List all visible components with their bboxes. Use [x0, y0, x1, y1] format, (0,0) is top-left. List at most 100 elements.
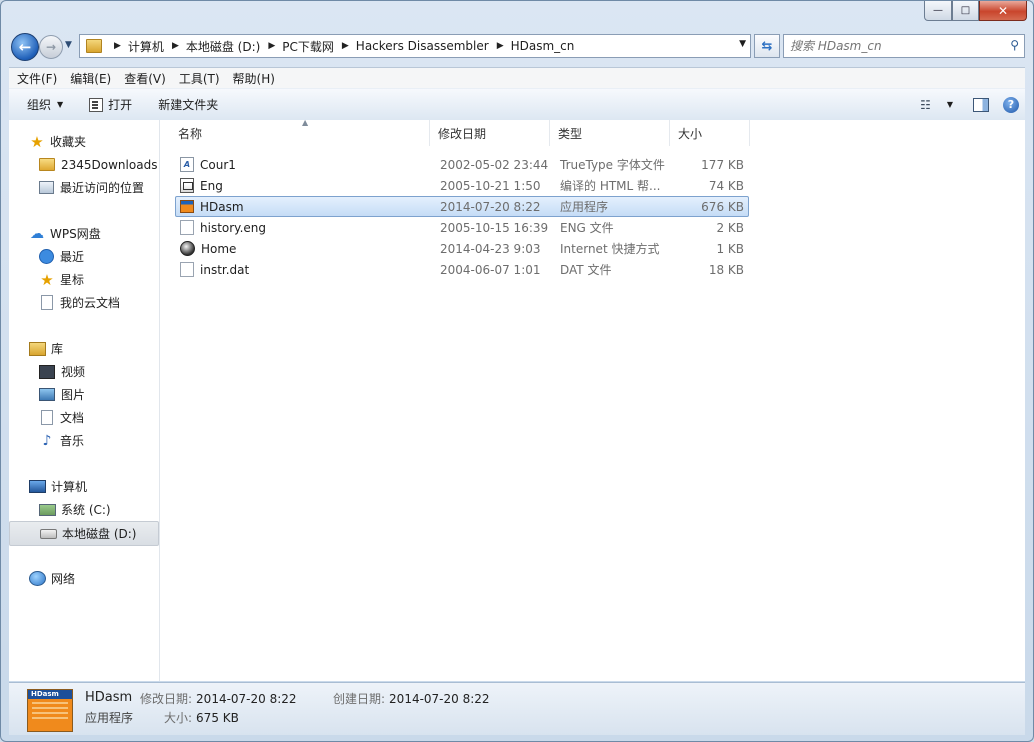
address-bar[interactable]: ▶ 计算机 ▶ 本地磁盘 (D:) ▶ PC下载网 ▶ Hackers Disasse…	[79, 34, 751, 58]
file-row-hdasm[interactable]: HDasm 2014-07-20 8:22 应用程序 676 KB	[175, 196, 749, 217]
music-icon: ♪	[42, 432, 52, 449]
file-row-home[interactable]: Home 2014-04-23 9:03 Internet 快捷方式 1 KB	[175, 238, 749, 259]
file-list-pane: ▲ 名称 修改日期 类型 大小 A Cour1 2002-05-02 23:44 T…	[160, 118, 1025, 681]
breadcrumb-computer[interactable]: 计算机 ▶	[128, 38, 186, 55]
back-button[interactable]: ←	[11, 33, 39, 61]
file-size-cell: 2 KB	[716, 220, 744, 235]
search-input[interactable]	[784, 38, 1002, 54]
nav-drive-c[interactable]: 系统 (C:)	[9, 498, 159, 521]
breadcrumb-arrow-icon: ▶	[171, 41, 179, 51]
menu-tools[interactable]: 工具(T)	[174, 70, 225, 87]
help-icon[interactable]: ?	[1003, 96, 1019, 113]
menu-help[interactable]: 帮助(H)	[228, 70, 280, 87]
view-options-icon[interactable]: ☷	[920, 98, 931, 112]
minimize-button[interactable]: —	[924, 1, 952, 21]
menu-view[interactable]: 查看(V)	[119, 70, 171, 87]
view-options-dropdown[interactable]: ▼	[931, 89, 953, 120]
nav-wps-cloud[interactable]: ☁ WPS网盘	[9, 222, 159, 245]
breadcrumb-drive-d[interactable]: 本地磁盘 (D:) ▶	[186, 38, 282, 55]
search-box: ⚲	[783, 34, 1025, 58]
refresh-icon: ⇆	[761, 38, 773, 54]
details-pane: HDasm HDasm 应用程序 修改日期: 2014-07-20 8:22 创建…	[9, 682, 1025, 735]
file-size-cell: 18 KB	[708, 262, 744, 277]
column-header-type[interactable]: 类型	[550, 120, 670, 146]
address-history-dropdown[interactable]: ▼	[739, 39, 746, 49]
nav-wps-recent[interactable]: 最近	[9, 245, 159, 268]
explorer-window: — □ ✕ ← → ▼ ▶ 计算机 ▶ 本地磁盘 (D:) ▶ PC下载网 ▶ Hac…	[0, 0, 1034, 742]
exe-file-icon	[180, 200, 194, 213]
breadcrumb-pc-download[interactable]: PC下载网 ▶	[282, 38, 356, 55]
breadcrumb-hackers-disassembler[interactable]: Hackers Disassembler ▶	[356, 39, 511, 53]
forward-button[interactable]: →	[39, 35, 63, 59]
nav-wps-starred[interactable]: ★ 星标	[9, 268, 159, 291]
menu-bar: 文件(F) 编辑(E) 查看(V) 工具(T) 帮助(H)	[9, 67, 1025, 89]
nav-videos[interactable]: 视频	[9, 360, 159, 383]
nav-2345downloads[interactable]: 2345Downloads	[9, 153, 159, 176]
computer-icon	[29, 480, 46, 493]
folder-icon	[39, 158, 55, 171]
nav-group-library: 库 视频 图片 文档 ♪ 音乐	[9, 337, 159, 452]
nav-group-favorites: ★ 收藏夹 2345Downloads 最近访问的位置	[9, 130, 159, 199]
video-icon	[39, 364, 55, 379]
breadcrumb-hdasm-cn[interactable]: HDasm_cn	[511, 39, 575, 53]
organize-button[interactable]: 组织 ▼	[19, 89, 71, 120]
nav-computer[interactable]: 计算机	[9, 475, 159, 498]
file-type-cell: ENG 文件	[560, 221, 614, 235]
navigation-pane: ★ 收藏夹 2345Downloads 最近访问的位置 ☁ WPS网盘 最近 ★ 星标…	[9, 120, 160, 681]
nav-network[interactable]: 网络	[9, 567, 159, 590]
sort-ascending-icon: ▲	[302, 118, 309, 127]
file-size-cell: 676 KB	[701, 199, 744, 214]
column-headers: ▲ 名称 修改日期 类型 大小	[170, 118, 750, 146]
details-file-type: 应用程序	[85, 711, 134, 725]
nav-pictures[interactable]: 图片	[9, 383, 159, 406]
nav-group-network: 网络	[9, 567, 159, 590]
file-row-instr-dat[interactable]: instr.dat 2004-06-07 1:01 DAT 文件 18 KB	[175, 259, 749, 280]
breadcrumb-arrow-icon: ▶	[114, 41, 121, 51]
recent-pages-dropdown[interactable]: ▼	[65, 40, 72, 50]
file-name-cell: Home	[176, 241, 436, 256]
file-date-cell: 2002-05-02 23:44	[440, 157, 549, 172]
menu-file[interactable]: 文件(F)	[12, 70, 62, 87]
search-icon[interactable]: ⚲	[1010, 38, 1019, 52]
column-header-name[interactable]: ▲ 名称	[170, 118, 430, 146]
nav-library[interactable]: 库	[9, 337, 159, 360]
open-button[interactable]: 打开	[81, 89, 140, 120]
application-thumbnail-icon: HDasm	[27, 689, 73, 732]
file-row-eng[interactable]: Eng 2005-10-21 1:50 编译的 HTML 帮... 74 KB	[175, 175, 749, 196]
nav-recent-places[interactable]: 最近访问的位置	[9, 176, 159, 199]
nav-music[interactable]: ♪ 音乐	[9, 429, 159, 452]
file-date-cell: 2005-10-15 16:39	[440, 220, 549, 235]
file-size-cell: 1 KB	[716, 241, 744, 256]
nav-drive-d[interactable]: 本地磁盘 (D:)	[9, 521, 159, 546]
nav-group-computer: 计算机 系统 (C:) 本地磁盘 (D:)	[9, 475, 159, 546]
file-date-cell: 2005-10-21 1:50	[440, 178, 541, 193]
picture-icon	[39, 388, 55, 401]
file-size-cell: 177 KB	[701, 157, 744, 172]
cloud-icon: ☁	[30, 225, 44, 242]
file-row-cour1[interactable]: A Cour1 2002-05-02 23:44 TrueType 字体文件 17…	[175, 154, 749, 175]
maximize-button[interactable]: □	[952, 1, 979, 21]
breadcrumb-root[interactable]: ▶	[106, 41, 128, 51]
new-folder-button[interactable]: 新建文件夹	[150, 89, 226, 120]
details-created: 创建日期: 2014-07-20 8:22	[333, 692, 490, 706]
caret-down-icon: ▼	[946, 100, 953, 109]
details-file-name: HDasm	[85, 690, 133, 705]
file-list: A Cour1 2002-05-02 23:44 TrueType 字体文件 17…	[175, 154, 749, 280]
file-name-cell: A Cour1	[176, 157, 436, 172]
refresh-button[interactable]: ⇆	[754, 34, 780, 58]
file-type-cell: Internet 快捷方式	[560, 242, 660, 256]
nav-wps-my-docs[interactable]: 我的云文档	[9, 291, 159, 314]
breadcrumb-arrow-icon: ▶	[496, 41, 504, 51]
nav-group-wps: ☁ WPS网盘 最近 ★ 星标 我的云文档	[9, 222, 159, 314]
close-button[interactable]: ✕	[979, 1, 1027, 21]
nav-documents[interactable]: 文档	[9, 406, 159, 429]
file-row-history-eng[interactable]: history.eng 2005-10-15 16:39 ENG 文件 2 KB	[175, 217, 749, 238]
menu-edit[interactable]: 编辑(E)	[65, 70, 116, 87]
nav-favorites[interactable]: ★ 收藏夹	[9, 130, 159, 153]
file-date-cell: 2004-06-07 1:01	[440, 262, 541, 277]
caret-down-icon: ▼	[57, 100, 64, 109]
column-header-size[interactable]: 大小	[670, 120, 750, 146]
arrow-right-icon: →	[45, 40, 57, 54]
column-header-date[interactable]: 修改日期	[430, 120, 550, 146]
preview-pane-icon[interactable]	[973, 97, 989, 112]
